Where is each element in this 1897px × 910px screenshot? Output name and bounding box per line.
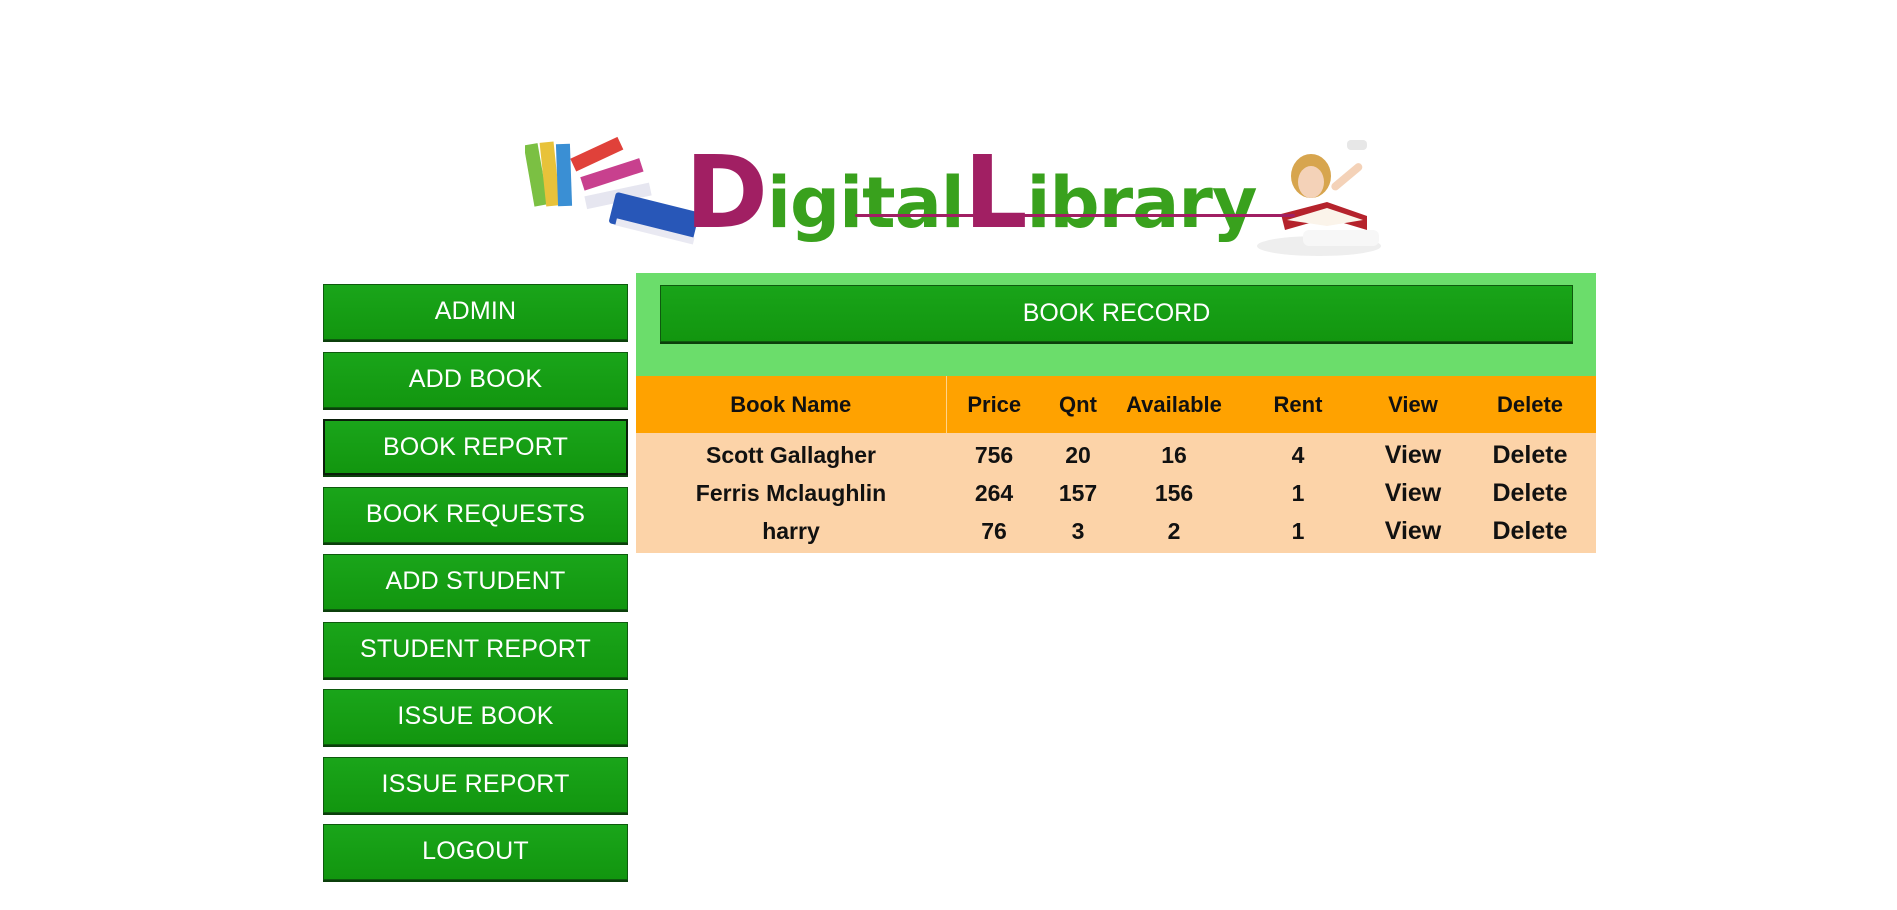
table-row: harry 76 3 2 1 View Delete	[636, 513, 1596, 553]
view-link[interactable]: View	[1362, 473, 1464, 513]
sidebar-item-book-requests[interactable]: BOOK REQUESTS	[323, 486, 628, 543]
logo-underline	[855, 214, 1295, 217]
column-header-book-name: Book Name	[636, 376, 947, 433]
cell-book-name: harry	[762, 517, 820, 544]
sidebar-item-add-student[interactable]: ADD STUDENT	[323, 554, 628, 610]
sidebar-item-book-report[interactable]: BOOK REPORT	[323, 419, 628, 475]
cell-price: 756	[974, 441, 1014, 468]
logo-banner: DigitalLibrary	[525, 130, 1405, 265]
column-header-rent: Rent	[1273, 391, 1323, 417]
sidebar-item-logout[interactable]: LOGOUT	[323, 824, 628, 880]
sidebar-nav: ADMIN ADD BOOK BOOK REPORT BOOK REQUESTS…	[323, 284, 628, 892]
cell-rent: 1	[1291, 479, 1305, 506]
cell-rent: 4	[1291, 441, 1305, 468]
cell-book-name: Scott Gallagher	[706, 441, 876, 468]
cell-available: 156	[1154, 479, 1194, 506]
page-title: BOOK RECORD	[660, 285, 1573, 342]
table-row: Ferris Mclaughlin 264 157 156 1 View Del…	[636, 473, 1596, 513]
book-record-table: Book Name Price Qnt Available Rent View …	[636, 376, 1596, 553]
cell-qnt: 157	[1058, 479, 1098, 506]
sidebar-item-add-book[interactable]: ADD BOOK	[323, 351, 628, 408]
table-header-row: Book Name Price Qnt Available Rent View …	[636, 376, 1596, 433]
logo-text-igital: igital	[767, 162, 965, 244]
logo-letter-d: D	[685, 134, 768, 251]
logo-letter-l: L	[963, 134, 1028, 251]
view-link[interactable]: View	[1362, 433, 1464, 473]
sidebar-item-issue-report[interactable]: ISSUE REPORT	[323, 756, 628, 813]
view-link[interactable]: View	[1362, 513, 1464, 553]
column-header-view: View	[1388, 391, 1438, 417]
logo-text-ibrary: ibrary	[1026, 162, 1258, 244]
sidebar-item-student-report[interactable]: STUDENT REPORT	[323, 621, 628, 678]
main-header-panel: BOOK RECORD	[636, 273, 1596, 376]
delete-link[interactable]: Delete	[1464, 433, 1596, 473]
column-header-price: Price	[967, 391, 1022, 417]
cell-book-name: Ferris Mclaughlin	[695, 479, 887, 506]
column-header-delete: Delete	[1496, 391, 1564, 417]
logo-wordmark: DigitalLibrary	[685, 138, 1258, 248]
delete-link[interactable]: Delete	[1464, 513, 1596, 553]
sidebar-item-issue-book[interactable]: ISSUE BOOK	[323, 689, 628, 745]
cell-available: 16	[1161, 441, 1187, 468]
cell-rent: 1	[1291, 517, 1305, 544]
table-row: Scott Gallagher 756 20 16 4 View Delete	[636, 433, 1596, 473]
column-header-qnt: Qnt	[1059, 391, 1097, 417]
reading-girl-illustration	[1257, 140, 1381, 256]
cell-qnt: 20	[1065, 441, 1091, 468]
column-header-available: Available	[1126, 391, 1222, 417]
cell-qnt: 3	[1071, 517, 1085, 544]
delete-link[interactable]: Delete	[1464, 473, 1596, 513]
cell-price: 264	[974, 479, 1014, 506]
cell-price: 76	[981, 517, 1007, 544]
sidebar-item-admin[interactable]: ADMIN	[323, 284, 628, 340]
cell-available: 2	[1167, 517, 1181, 544]
books-stack-icon	[525, 136, 699, 245]
